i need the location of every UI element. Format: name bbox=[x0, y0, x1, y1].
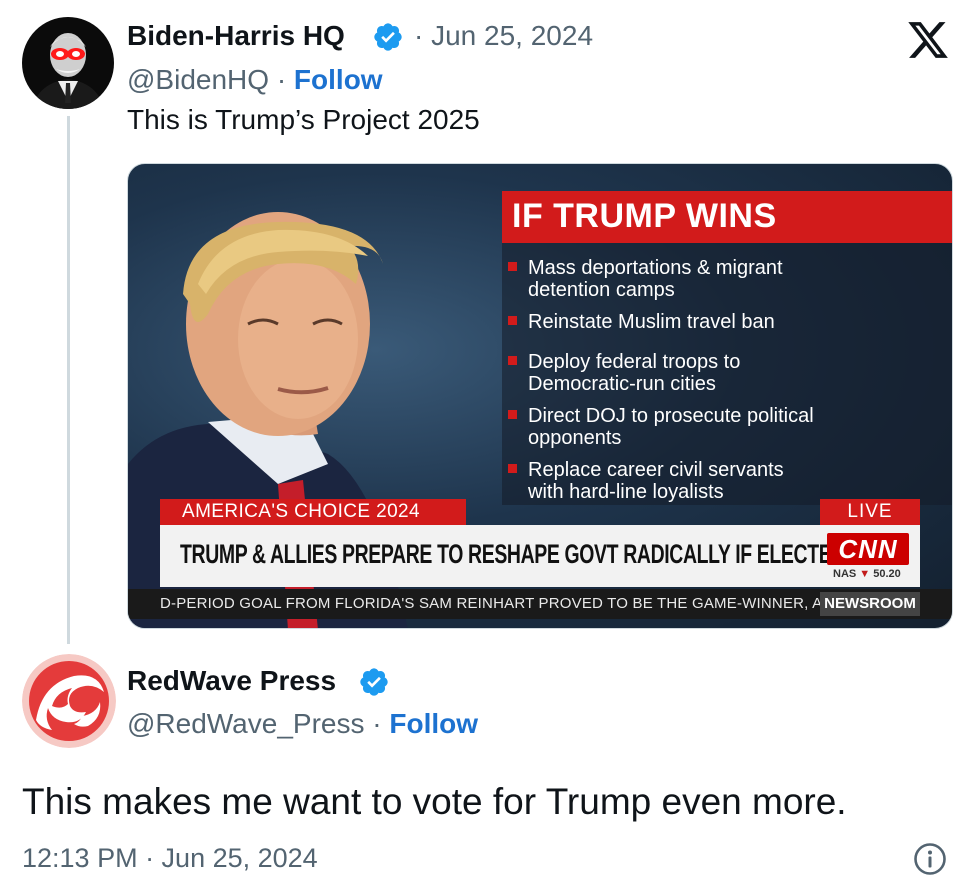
bullet-text: with hard-line loyalists bbox=[528, 481, 724, 503]
news-chyron: TRUMP & ALLIES PREPARE TO RESHAPE GOVT R… bbox=[160, 525, 920, 587]
x-logo-icon[interactable] bbox=[905, 18, 951, 62]
bullet-text: Democratic-run cities bbox=[528, 373, 716, 395]
verified-badge-icon bbox=[360, 668, 388, 696]
ticker-text: D-PERIOD GOAL FROM FLORIDA'S SAM REINHAR… bbox=[160, 595, 833, 612]
tweet1-media-image[interactable]: IF TRUMP WINS Mass deportations & migran… bbox=[127, 163, 953, 629]
tweet1-handle: @BidenHQ · Follow bbox=[127, 63, 383, 97]
bullet-marker bbox=[508, 410, 517, 419]
tweet1-date[interactable]: · Jun 25, 2024 bbox=[414, 19, 593, 53]
tweet2-timestamp[interactable]: 12:13 PM · Jun 25, 2024 bbox=[22, 842, 318, 874]
bullet-text: Replace career civil servants bbox=[528, 459, 784, 481]
americas-choice-banner: AMERICA'S CHOICE 2024 bbox=[160, 499, 466, 525]
news-ticker: D-PERIOD GOAL FROM FLORIDA'S SAM REINHAR… bbox=[128, 589, 952, 619]
avatar-redwavepress[interactable] bbox=[22, 654, 116, 748]
chyron-headline: TRUMP & ALLIES PREPARE TO RESHAPE GOVT R… bbox=[180, 539, 845, 569]
panel-title-bar: IF TRUMP WINS bbox=[502, 191, 952, 243]
tweet2-handle-text[interactable]: @RedWave_Press · bbox=[127, 708, 382, 739]
avatar-bidenhq-image bbox=[22, 17, 114, 109]
live-label: LIVE bbox=[847, 501, 893, 522]
bullet-text: Direct DOJ to prosecute political bbox=[528, 405, 814, 427]
tweet2-text: This makes me want to vote for Trump eve… bbox=[22, 781, 847, 822]
bullet-text: Deploy federal troops to bbox=[528, 351, 741, 373]
bullet-marker bbox=[508, 464, 517, 473]
nas-ticker: NAS ▼ 50.20 bbox=[833, 568, 901, 581]
tweet1-follow-button[interactable]: Follow bbox=[294, 64, 383, 95]
tweet1-display-name[interactable]: Biden-Harris HQ bbox=[127, 19, 345, 53]
tweet2-display-name[interactable]: RedWave Press bbox=[127, 664, 336, 698]
bullet-text: Reinstate Muslim travel ban bbox=[528, 311, 775, 333]
verified-badge-icon bbox=[374, 23, 402, 51]
bullet-marker bbox=[508, 262, 517, 271]
bullet-text: Mass deportations & migrant bbox=[528, 257, 783, 279]
cnn-logo-text: CNN bbox=[838, 534, 898, 564]
nas-label: NAS bbox=[833, 568, 857, 580]
tweet1-handle-text[interactable]: @BidenHQ · bbox=[127, 64, 286, 95]
live-badge: LIVE bbox=[820, 499, 920, 525]
newsroom-tag: NEWSROOM bbox=[820, 592, 920, 616]
avatar-redwavepress-image bbox=[22, 654, 116, 748]
panel-title: IF TRUMP WINS bbox=[512, 197, 777, 235]
bullet-marker bbox=[508, 356, 517, 365]
down-arrow-icon: ▼ bbox=[859, 568, 871, 580]
bullet-text: detention camps bbox=[528, 279, 675, 301]
americas-choice-label: AMERICA'S CHOICE 2024 bbox=[182, 501, 420, 522]
thread-connector-line bbox=[67, 116, 70, 644]
tweet2-handle: @RedWave_Press · Follow bbox=[127, 707, 478, 741]
info-icon[interactable] bbox=[913, 842, 947, 876]
cnn-logo-icon: CNN bbox=[827, 533, 909, 565]
nas-value: 50.20 bbox=[873, 568, 901, 580]
newsroom-label: NEWSROOM bbox=[824, 595, 916, 612]
bullet-marker bbox=[508, 316, 517, 325]
bullet-text: opponents bbox=[528, 427, 622, 449]
tweet2-follow-button[interactable]: Follow bbox=[389, 708, 478, 739]
tweet1-text: This is Trump’s Project 2025 bbox=[127, 104, 480, 135]
avatar-bidenhq[interactable] bbox=[22, 17, 114, 109]
